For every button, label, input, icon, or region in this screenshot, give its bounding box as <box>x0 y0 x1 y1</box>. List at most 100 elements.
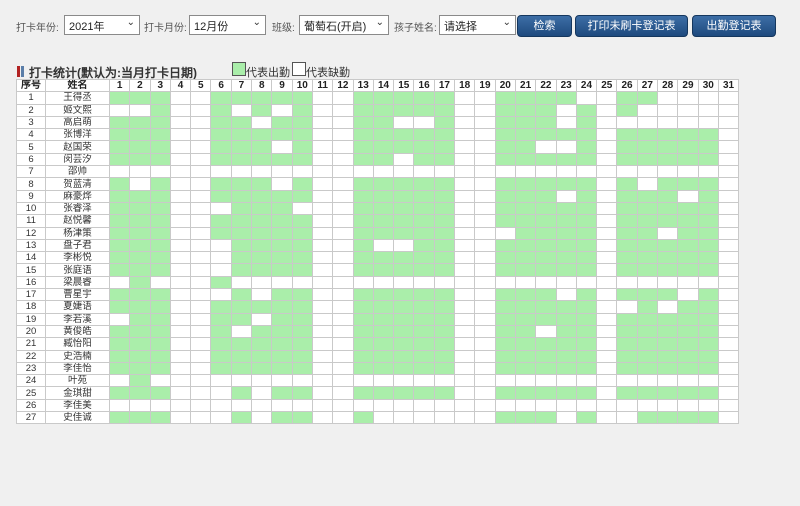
day-cell-absent <box>596 91 618 105</box>
day-cell-present <box>129 214 151 228</box>
day-cell-present <box>677 128 699 142</box>
day-cell-absent <box>596 214 618 228</box>
day-cell-absent <box>596 189 618 203</box>
day-cell-absent <box>169 411 192 425</box>
day-cell-absent <box>169 128 192 142</box>
day-cell-absent <box>555 275 577 290</box>
day-cell-present <box>575 103 598 117</box>
print-unchecked-button[interactable]: 打印未刷卡登记表 <box>575 15 688 37</box>
day-cell-present <box>697 189 719 203</box>
day-cell-absent <box>454 165 476 179</box>
day-cell-present <box>657 411 679 425</box>
day-cell-present <box>575 288 598 302</box>
day-cell-present <box>352 251 374 265</box>
day-cell-absent <box>555 103 577 117</box>
day-cell-present <box>514 214 537 228</box>
day-cell-absent <box>169 337 192 351</box>
day-cell-present <box>352 189 374 203</box>
day-cell-absent <box>413 115 435 130</box>
day-cell-absent <box>190 398 212 413</box>
day-cell-present <box>291 152 313 167</box>
day-cell-absent <box>454 152 476 167</box>
day-cell-present <box>433 152 456 167</box>
day-cell-absent <box>230 165 253 179</box>
child-name-select[interactable]: 请选择 ⌄ <box>439 15 516 35</box>
day-cell-absent <box>454 201 476 216</box>
chevron-down-icon: ⌄ <box>502 17 511 28</box>
table-row: 23 李佳怡 <box>16 361 740 376</box>
day-cell-absent <box>230 275 253 290</box>
search-button[interactable]: 检索 <box>517 15 572 37</box>
day-cell-absent <box>332 312 354 326</box>
header-day: 5 <box>190 78 212 93</box>
day-cell-absent <box>677 103 699 117</box>
day-cell-present <box>433 128 456 142</box>
day-cell-absent <box>311 115 334 130</box>
day-cell-present <box>677 411 699 425</box>
day-cell-present <box>108 251 131 265</box>
day-cell-present <box>108 152 131 167</box>
day-cell-absent <box>454 411 476 425</box>
day-cell-absent <box>169 177 192 191</box>
year-select[interactable]: 2021年 ⌄ <box>64 15 140 35</box>
class-label: 班级: <box>272 23 295 34</box>
day-cell-absent <box>251 398 273 413</box>
day-cell-present <box>433 337 456 351</box>
day-cell-absent <box>169 115 192 130</box>
day-cell-absent <box>393 115 415 130</box>
day-cell-present <box>352 361 374 376</box>
day-cell-absent <box>169 152 192 167</box>
day-cell-present <box>251 128 273 142</box>
day-cell-present <box>535 251 557 265</box>
day-cell-absent <box>454 91 476 105</box>
day-cell-present <box>149 238 171 253</box>
day-cell-present <box>129 201 151 216</box>
day-cell-present <box>271 115 293 130</box>
student-name: 李彬悦 <box>45 251 110 265</box>
day-cell-absent <box>596 115 618 130</box>
day-cell-present <box>393 288 415 302</box>
day-cell-absent <box>311 398 334 413</box>
day-cell-absent <box>169 300 192 314</box>
header-day: 21 <box>514 78 537 93</box>
day-cell-absent <box>352 398 374 413</box>
day-cell-present <box>616 312 638 326</box>
day-cell-present <box>372 201 395 216</box>
day-cell-absent <box>230 374 253 388</box>
day-cell-absent <box>332 91 354 105</box>
day-cell-present <box>697 288 719 302</box>
day-cell-absent <box>697 165 719 179</box>
header-day: 4 <box>169 78 192 93</box>
day-cell-present <box>271 201 293 216</box>
day-cell-absent <box>717 152 740 167</box>
day-cell-absent <box>494 226 516 240</box>
class-select[interactable]: 葡萄石(开启) ⌄ <box>299 15 389 35</box>
header-day: 6 <box>210 78 232 93</box>
day-cell-absent <box>474 349 496 363</box>
day-cell-present <box>372 103 395 117</box>
day-cell-absent <box>474 140 496 154</box>
day-cell-absent <box>717 177 740 191</box>
day-cell-absent <box>697 103 719 117</box>
day-cell-present <box>230 312 253 326</box>
day-cell-absent <box>190 288 212 302</box>
day-cell-present <box>494 91 516 105</box>
day-cell-absent <box>169 201 192 216</box>
day-cell-absent <box>210 386 232 400</box>
attendance-register-button[interactable]: 出勤登记表 <box>692 15 776 37</box>
day-cell-absent <box>169 263 192 277</box>
day-cell-absent <box>454 238 476 253</box>
month-select[interactable]: 12月份 ⌄ <box>189 15 266 35</box>
header-day: 23 <box>555 78 577 93</box>
day-cell-present <box>636 214 659 228</box>
day-cell-present <box>575 226 598 240</box>
day-cell-present <box>108 300 131 314</box>
day-cell-absent <box>454 324 476 339</box>
year-select-value: 2021年 <box>69 21 105 33</box>
day-cell-present <box>271 337 293 351</box>
day-cell-absent <box>454 177 476 191</box>
day-cell-present <box>210 128 232 142</box>
day-cell-absent <box>596 152 618 167</box>
day-cell-absent <box>332 238 354 253</box>
day-cell-absent <box>454 115 476 130</box>
